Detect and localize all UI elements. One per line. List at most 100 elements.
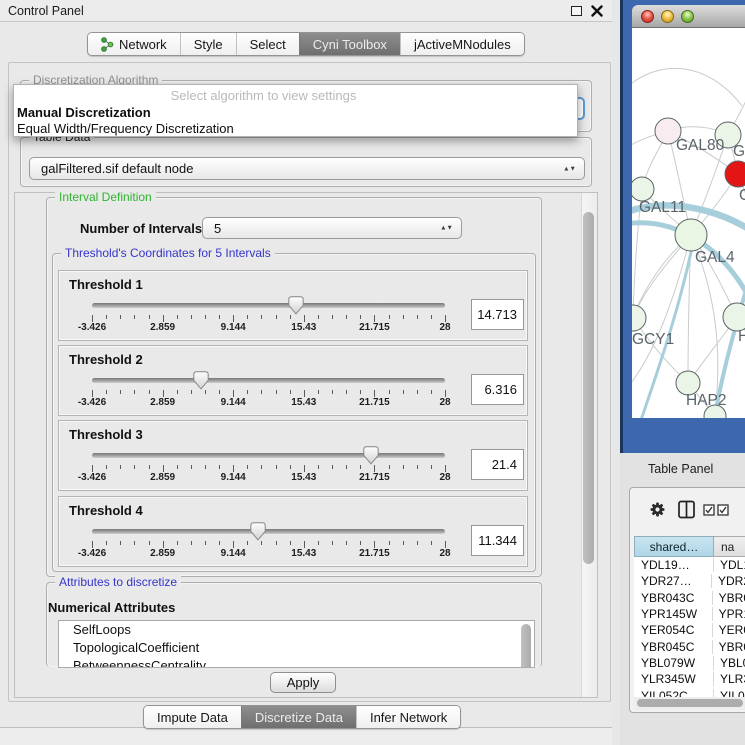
slider-tick bbox=[417, 465, 418, 469]
slider-thumb[interactable] bbox=[363, 446, 379, 465]
threshold-panel-2: Threshold 2-3.4262.8599.14415.4321.71528… bbox=[58, 345, 528, 416]
dropdown-item-manual-discretization[interactable]: Manual Discretization bbox=[17, 105, 151, 120]
tab-style-label: Style bbox=[194, 37, 223, 52]
slider-tick bbox=[374, 465, 375, 472]
table-hscrollbar-thumb[interactable] bbox=[637, 699, 743, 707]
table-row[interactable]: YDR27…YDR2 bbox=[634, 573, 745, 589]
threshold-value-input[interactable]: 21.4 bbox=[471, 449, 524, 480]
table-row[interactable]: YLR345WYLR3 bbox=[634, 671, 745, 687]
slider-tick-label: 9.144 bbox=[221, 397, 246, 408]
slider-tick-label: 21.715 bbox=[359, 322, 390, 333]
tab-cyni-toolbox-label: Cyni Toolbox bbox=[313, 37, 387, 52]
tab-style[interactable]: Style bbox=[180, 33, 236, 55]
threshold-value-input[interactable]: 14.713 bbox=[471, 299, 524, 330]
slider-tick-label: -3.426 bbox=[78, 397, 106, 408]
slider-tick bbox=[177, 541, 178, 545]
cell-name: YIL0 bbox=[714, 689, 745, 697]
tab-select[interactable]: Select bbox=[236, 33, 299, 55]
slider-tick bbox=[92, 315, 93, 322]
table-hscrollbar-track[interactable] bbox=[634, 697, 745, 710]
table-row[interactable]: YBR045CYBR0 bbox=[634, 638, 745, 654]
slider-tick bbox=[403, 315, 404, 319]
slider-tick bbox=[134, 390, 135, 394]
checkbox-icon[interactable] bbox=[703, 504, 715, 516]
slider-tick bbox=[417, 390, 418, 394]
split-columns-icon[interactable] bbox=[678, 500, 695, 519]
algorithm-dropdown-popup: Select algorithm to view settings Manual… bbox=[13, 84, 578, 137]
threshold-value-input[interactable]: 11.344 bbox=[471, 525, 524, 556]
num-intervals-value: 5 bbox=[214, 221, 221, 236]
attribute-list-item[interactable]: TopologicalCoefficient bbox=[59, 639, 534, 657]
attribute-list-item[interactable]: BetweennessCentrality bbox=[59, 657, 534, 668]
table-row[interactable]: YPR145WYPR1 bbox=[634, 606, 745, 622]
dropdown-item-equal-width-frequency[interactable]: Equal Width/Frequency Discretization bbox=[17, 121, 234, 136]
tab-cyni-toolbox[interactable]: Cyni Toolbox bbox=[299, 33, 400, 55]
settings-scrollbar-thumb[interactable] bbox=[583, 212, 594, 564]
slider-tick bbox=[374, 390, 375, 397]
column-header-name[interactable]: na bbox=[714, 536, 745, 557]
minimize-traffic-light[interactable] bbox=[661, 10, 674, 23]
panel-tabstrip: Network Style Select Cyni Toolbox jActiv… bbox=[87, 32, 525, 56]
tab-network[interactable]: Network bbox=[88, 33, 180, 55]
network-node[interactable] bbox=[675, 219, 707, 251]
slider-tick bbox=[205, 315, 206, 319]
float-window-icon[interactable] bbox=[571, 6, 582, 16]
close-traffic-light[interactable] bbox=[641, 10, 654, 23]
slider-tick bbox=[163, 465, 164, 472]
threshold-slider-track[interactable] bbox=[92, 303, 445, 308]
table-row[interactable]: YBR043CYBR0 bbox=[634, 590, 745, 606]
threshold-slider-track[interactable] bbox=[92, 529, 445, 534]
threshold-slider-track[interactable] bbox=[92, 378, 445, 383]
slider-tick bbox=[304, 541, 305, 548]
slider-tick bbox=[92, 541, 93, 548]
slider-tick-label: -3.426 bbox=[78, 322, 106, 333]
tab-jactivemnodules[interactable]: jActiveMNodules bbox=[400, 33, 524, 55]
tab-discretize-data[interactable]: Discretize Data bbox=[241, 706, 356, 728]
slider-tick-label: 9.144 bbox=[221, 548, 246, 559]
table-row[interactable]: YIL052CYIL0 bbox=[634, 687, 745, 697]
slider-tick bbox=[332, 541, 333, 545]
slider-tick-label: 28 bbox=[439, 397, 450, 408]
table-row[interactable]: YBL079WYBL0 bbox=[634, 655, 745, 671]
zoom-traffic-light[interactable] bbox=[681, 10, 694, 23]
slider-tick bbox=[389, 390, 390, 394]
slider-tick bbox=[290, 541, 291, 545]
slider-tick bbox=[233, 465, 234, 472]
close-icon[interactable] bbox=[591, 5, 603, 17]
num-intervals-combobox[interactable]: 5 ▲▼ bbox=[202, 217, 462, 239]
network-node-label: GAL4 bbox=[695, 249, 735, 266]
slider-tick-label: 2.859 bbox=[150, 548, 175, 559]
slider-tick bbox=[431, 315, 432, 319]
tab-infer-network[interactable]: Infer Network bbox=[356, 706, 460, 728]
checkbox-icon[interactable] bbox=[717, 504, 729, 516]
slider-thumb[interactable] bbox=[193, 371, 209, 390]
network-node[interactable] bbox=[632, 177, 654, 201]
network-node[interactable] bbox=[725, 161, 745, 187]
slider-tick bbox=[233, 541, 234, 548]
slider-thumb[interactable] bbox=[250, 522, 266, 541]
cell-shared-name: YDL19… bbox=[634, 558, 714, 572]
threshold-value-input[interactable]: 6.316 bbox=[471, 374, 524, 405]
threshold-label: Threshold 1 bbox=[69, 277, 143, 292]
apply-button[interactable]: Apply bbox=[270, 672, 336, 693]
slider-tick-label: 9.144 bbox=[221, 322, 246, 333]
network-node[interactable] bbox=[632, 305, 646, 331]
table-row[interactable]: YER054CYER0 bbox=[634, 622, 745, 638]
network-node[interactable] bbox=[723, 303, 745, 331]
attributes-list-scrollbar-thumb[interactable] bbox=[521, 624, 531, 668]
slider-tick bbox=[445, 315, 446, 322]
attribute-list-item[interactable]: SelfLoops bbox=[59, 621, 534, 639]
network-window-titlebar[interactable] bbox=[632, 5, 745, 28]
slider-tick bbox=[318, 465, 319, 469]
column-header-shared-name[interactable]: shared… bbox=[634, 536, 714, 557]
slider-tick bbox=[346, 541, 347, 545]
threshold-slider-track[interactable] bbox=[92, 453, 445, 458]
table-data-combobox[interactable]: galFiltered.sif default node ▲▼ bbox=[29, 157, 585, 180]
tab-impute-data[interactable]: Impute Data bbox=[144, 706, 241, 728]
table-row[interactable]: YDL19…YDL1 bbox=[634, 557, 745, 573]
slider-thumb[interactable] bbox=[288, 296, 304, 315]
network-canvas[interactable]: GAL80GACGAL11GAL4GCY1HHAP2 bbox=[632, 28, 745, 418]
gear-icon[interactable] bbox=[648, 500, 667, 519]
slider-tick bbox=[120, 541, 121, 545]
slider-tick bbox=[360, 541, 361, 545]
